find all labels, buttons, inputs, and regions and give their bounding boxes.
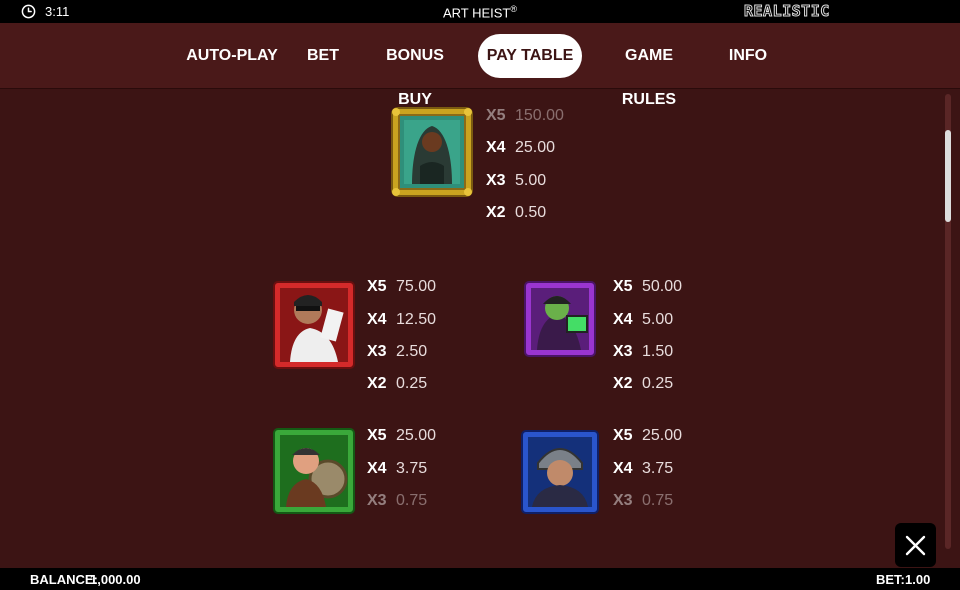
brand-logo: REALISTIC — [744, 2, 830, 21]
tab-bet[interactable]: BET — [302, 34, 344, 78]
green-safecracker-symbol — [272, 427, 356, 517]
close-button[interactable] — [895, 523, 936, 567]
bet-label: BET: — [876, 572, 905, 587]
red-thief-symbol — [272, 280, 356, 370]
tab-bonus-buy[interactable]: BONUS BUY — [368, 34, 462, 108]
close-icon — [905, 535, 926, 556]
tab-pay-table[interactable]: PAY TABLE — [478, 34, 582, 78]
balance-value: 1,000.00 — [90, 572, 141, 587]
blue-biker-symbol — [520, 429, 604, 519]
status-bar: 3:11 ART HEIST® REALISTIC — [0, 0, 960, 23]
scrollbar-thumb[interactable] — [945, 130, 951, 222]
tab-info[interactable]: INFO — [724, 34, 772, 78]
tab-auto-play[interactable]: AUTO-PLAY — [186, 34, 278, 78]
pay-table-panel: X5 150.00 X4 25.00 X3 5.00 X2 0.50 X5 75.00 X… — [0, 90, 960, 568]
balance-label: BALANCE: — [30, 572, 98, 587]
scrollbar-track[interactable] — [945, 94, 951, 549]
purple-hacker-symbol — [523, 280, 607, 370]
bottom-bar: BALANCE: 1,000.00 BET: 1.00 — [0, 568, 960, 590]
bet-value: 1.00 — [905, 572, 931, 587]
menu-tabs: AUTO-PLAY BET BONUS BUY PAY TABLE GAME R… — [0, 23, 960, 108]
painting-symbol — [390, 106, 474, 197]
tab-game-rules[interactable]: GAME RULES — [598, 34, 700, 108]
